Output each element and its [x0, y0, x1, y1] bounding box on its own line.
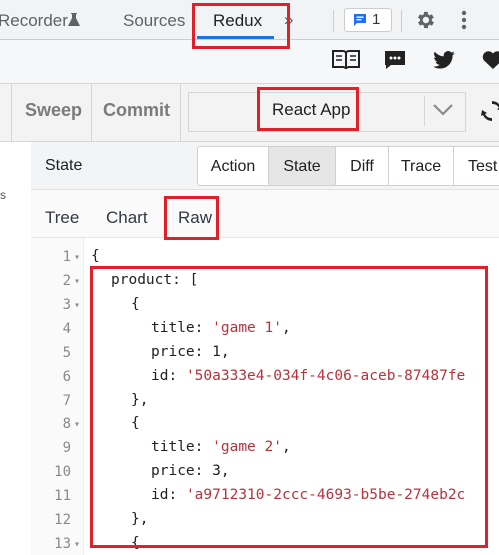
- state-view-tabs: [31, 190, 499, 238]
- chevron-down-icon[interactable]: [432, 103, 454, 117]
- commit-button[interactable]: Commit: [103, 94, 170, 126]
- line-number: 9: [62, 440, 71, 456]
- line-number: 3: [62, 297, 71, 313]
- divider: [401, 10, 402, 32]
- fold-chevron-icon[interactable]: ▾: [74, 252, 80, 263]
- code-line: {: [91, 248, 100, 264]
- line-number: 12: [54, 512, 71, 528]
- tab-sources[interactable]: Sources: [123, 0, 185, 40]
- message-icon: [354, 14, 366, 26]
- tab-tree[interactable]: Tree: [45, 208, 79, 228]
- tab-state[interactable]: State: [268, 146, 336, 186]
- line-number: 4: [62, 321, 71, 337]
- state-header-title: State: [45, 157, 83, 174]
- book-icon[interactable]: [332, 49, 360, 71]
- more-options-icon[interactable]: [459, 9, 469, 31]
- divider: [11, 84, 12, 142]
- heart-icon[interactable]: [482, 50, 499, 70]
- line-number: 10: [54, 464, 71, 480]
- twitter-icon[interactable]: [433, 51, 455, 69]
- highlight-product-state: [90, 266, 488, 548]
- highlight-instance-select: [257, 87, 359, 131]
- line-number: 1: [62, 249, 71, 265]
- divider: [424, 96, 425, 126]
- sweep-button[interactable]: Sweep: [25, 94, 82, 126]
- gear-icon[interactable]: [414, 9, 436, 31]
- tab-trace[interactable]: Trace: [388, 146, 454, 186]
- issues-count: 1: [372, 11, 381, 28]
- line-number: 13: [54, 536, 71, 552]
- action-list-pane: [0, 142, 32, 555]
- tab-diff[interactable]: Diff: [335, 146, 389, 186]
- fold-chevron-icon[interactable]: ▾: [74, 419, 80, 430]
- action-list-fragment: s: [0, 188, 6, 202]
- line-number: 2: [62, 273, 71, 289]
- issues-button[interactable]: 1: [344, 8, 392, 32]
- highlight-redux-tab: [192, 3, 290, 49]
- tab-test[interactable]: Test: [453, 146, 499, 186]
- divider: [333, 10, 334, 32]
- line-number: 11: [54, 488, 71, 504]
- tab-chart[interactable]: Chart: [106, 208, 148, 228]
- tab-recorder[interactable]: Recorder: [0, 0, 68, 40]
- chat-icon[interactable]: [384, 50, 406, 70]
- line-number: 5: [62, 345, 71, 361]
- flask-icon: [68, 13, 80, 26]
- fold-chevron-icon[interactable]: ▾: [74, 539, 80, 550]
- fold-chevron-icon[interactable]: ▾: [74, 300, 80, 311]
- divider: [180, 84, 181, 142]
- tab-action[interactable]: Action: [197, 146, 269, 186]
- line-number: 7: [62, 393, 71, 409]
- divider: [91, 84, 92, 142]
- line-number: 6: [62, 369, 71, 385]
- highlight-raw-tab: [164, 196, 219, 240]
- line-number: 8: [62, 416, 71, 432]
- fold-chevron-icon[interactable]: ▾: [74, 276, 80, 287]
- sync-icon[interactable]: [480, 98, 499, 124]
